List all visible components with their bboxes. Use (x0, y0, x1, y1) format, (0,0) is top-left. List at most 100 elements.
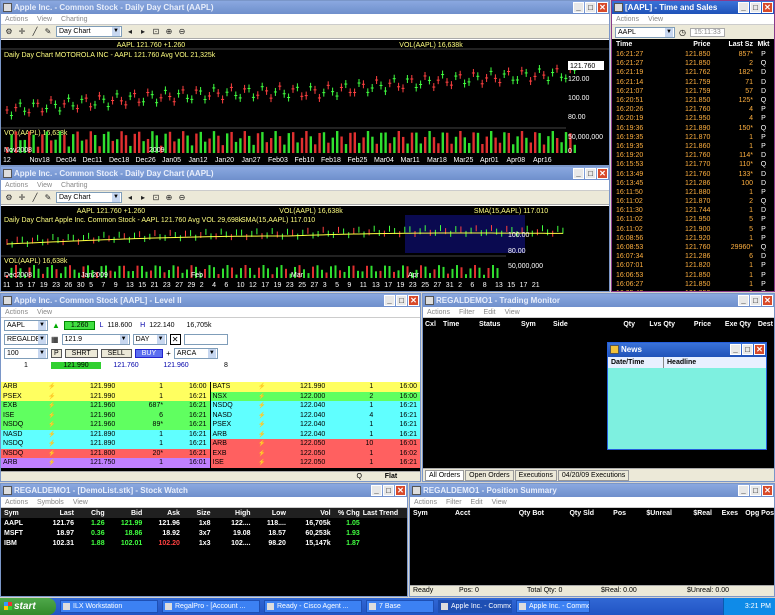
menu-view[interactable]: View (37, 307, 52, 317)
menu-view[interactable]: View (37, 180, 52, 190)
col-lvs-qty[interactable]: Lvs Qty (635, 321, 675, 328)
col-status[interactable]: Status (479, 321, 521, 328)
crosshair-icon[interactable]: ✛ (17, 193, 27, 203)
crosshair-icon[interactable]: ✛ (17, 27, 27, 37)
col-time[interactable]: Time (612, 39, 666, 50)
l2-symbol-select[interactable]: AAPL (4, 319, 48, 331)
maximize-icon[interactable]: □ (396, 295, 407, 306)
draw-icon[interactable]: ✎ (43, 193, 53, 203)
menu-filter[interactable]: Filter (459, 307, 475, 317)
buy-button[interactable]: BUY (134, 348, 164, 358)
tif-select[interactable]: DAY (132, 333, 167, 345)
period-select[interactable]: Day Chart (56, 26, 122, 37)
task-7base[interactable]: 7 Base (366, 600, 434, 613)
price-input[interactable]: 121.9 (61, 333, 130, 345)
bid-row[interactable]: NASD ⚡ 121.890 1 16:21 (1, 429, 210, 439)
menu-actions[interactable]: Actions (5, 497, 28, 507)
position-col-qty-bot[interactable]: Qty Bot (500, 510, 544, 517)
fit-icon[interactable]: ⊡ (151, 193, 161, 203)
cancel-icon[interactable]: ✕ (169, 333, 181, 345)
draw-line-icon[interactable]: ╱ (30, 27, 40, 37)
minimize-icon[interactable]: _ (573, 168, 584, 179)
close-icon[interactable]: ✕ (597, 2, 608, 13)
menu-charting[interactable]: Charting (61, 14, 87, 24)
position-col-pos[interactable]: Pos (594, 510, 626, 517)
ask-row[interactable]: ISE ⚡ 122.050 1 16:21 (210, 458, 420, 468)
col-sym[interactable]: Sym (521, 321, 553, 328)
position-col--unreal[interactable]: $Unreal (626, 510, 672, 517)
menu-view[interactable]: View (648, 14, 663, 24)
watch-col-chg[interactable]: Chg (74, 508, 105, 518)
qty-select[interactable]: 100 (4, 347, 48, 359)
menu-actions[interactable]: Actions (5, 180, 28, 190)
maximize-icon[interactable]: □ (383, 485, 394, 496)
col-price[interactable]: Price (666, 39, 710, 50)
watch-col-vol[interactable]: Vol (286, 508, 330, 518)
close-icon[interactable]: ✕ (754, 344, 765, 355)
col-cxl[interactable]: Cxl (423, 321, 443, 328)
level2-titlebar[interactable]: Apple Inc. - Common Stock [AAPL] - Level… (1, 294, 420, 307)
bid-row[interactable]: NSDQ ⚡ 121.800 20* 16:21 (1, 448, 210, 458)
watch-col-last[interactable]: Last (39, 508, 74, 518)
chart1-titlebar[interactable]: Apple Inc. - Common Stock - Daily Day Ch… (1, 1, 609, 14)
ask-row[interactable]: PSEX ⚡ 122.040 1 16:21 (210, 420, 420, 430)
zoom-in-icon[interactable]: ⊕ (164, 27, 174, 37)
chart1-plot[interactable]: AAPL 121.760 +1.260 VOL(AAPL) 16,638k Dail… (1, 40, 609, 165)
scroll-left-icon[interactable]: ◂ (125, 193, 135, 203)
tab-all-orders[interactable]: All Orders (425, 470, 465, 481)
col-datetime[interactable]: Date/Time (608, 357, 664, 368)
task-regalpro[interactable]: RegalPro - [Account ... (162, 600, 260, 613)
maximize-icon[interactable]: □ (750, 485, 761, 496)
maximize-icon[interactable]: □ (750, 295, 761, 306)
trading-titlebar[interactable]: REGALDEMO1 - Trading Monitor _ □ ✕ (423, 294, 774, 307)
draw-icon[interactable]: ✎ (43, 27, 53, 37)
close-icon[interactable]: ✕ (762, 295, 773, 306)
bid-row[interactable]: EXB ⚡ 121.960 687* 16:21 (1, 401, 210, 411)
menu-view[interactable]: View (505, 307, 520, 317)
ask-row[interactable]: NSDQ ⚡ 122.040 1 16:21 (210, 401, 420, 411)
position-col-acct[interactable]: Acct (452, 510, 500, 517)
watch-col-last-trend[interactable]: Last Trend (360, 508, 407, 518)
close-icon[interactable]: ✕ (762, 485, 773, 496)
col-side[interactable]: Side (553, 321, 605, 328)
ask-row[interactable]: BATS ⚡ 121.990 1 16:00 (210, 382, 420, 392)
tas-titlebar[interactable]: [AAPL] - Time and Sales _ □ ✕ (612, 1, 774, 14)
minimize-icon[interactable]: _ (573, 2, 584, 13)
watch-row[interactable]: IBM 102.31 1.88 102.01 102.20 1x3 102.... 98.20… (1, 538, 407, 548)
col-mkt[interactable]: Mkt (753, 39, 774, 50)
watch-col-sym[interactable]: Sym (1, 508, 39, 518)
calendar-icon[interactable]: ▦ (51, 335, 59, 344)
plus-icon[interactable]: + (166, 349, 171, 358)
menu-view[interactable]: View (37, 14, 52, 24)
task-cisco[interactable]: Ready - Cisco Agent ... (264, 600, 362, 613)
maximize-icon[interactable]: □ (585, 168, 596, 179)
scroll-right-icon[interactable]: ▸ (138, 27, 148, 37)
menu-filter[interactable]: Filter (446, 497, 462, 507)
col-qty[interactable]: Qty (605, 321, 635, 328)
bid-row[interactable]: NSDQ ⚡ 121.960 89* 16:21 (1, 420, 210, 430)
menu-view[interactable]: View (73, 497, 88, 507)
menu-actions[interactable]: Actions (414, 497, 437, 507)
menu-actions[interactable]: Actions (616, 14, 639, 24)
menu-actions[interactable]: Actions (427, 307, 450, 317)
task-apple-1[interactable]: Apple Inc. - Common ... (438, 600, 512, 613)
minimize-icon[interactable]: _ (730, 344, 741, 355)
draw-line-icon[interactable]: ╱ (30, 193, 40, 203)
ask-row[interactable]: ARB ⚡ 122.050 10 16:01 (210, 439, 420, 449)
order-text-input[interactable] (183, 333, 228, 345)
close-icon[interactable]: ✕ (395, 485, 406, 496)
tas-symbol-select[interactable]: AAPL (615, 26, 675, 38)
fit-icon[interactable]: ⊡ (151, 27, 161, 37)
close-icon[interactable]: ✕ (762, 2, 773, 13)
tab-executions[interactable]: Executions (514, 470, 557, 481)
minimize-icon[interactable]: _ (738, 485, 749, 496)
minimize-icon[interactable]: _ (738, 2, 749, 13)
col-price[interactable]: Price (675, 321, 711, 328)
settings-icon[interactable]: ⚙ (4, 27, 14, 37)
zoom-out-icon[interactable]: ⊖ (177, 27, 187, 37)
bid-row[interactable]: ISE ⚡ 121.960 6 16:21 (1, 410, 210, 420)
col-headline[interactable]: Headline (664, 357, 696, 368)
minimize-icon[interactable]: _ (738, 295, 749, 306)
account-select[interactable]: REGALDE (4, 333, 48, 345)
watch-row[interactable]: AAPL 121.76 1.26 121.99 121.96 1x8 122.... 118.… (1, 518, 407, 528)
